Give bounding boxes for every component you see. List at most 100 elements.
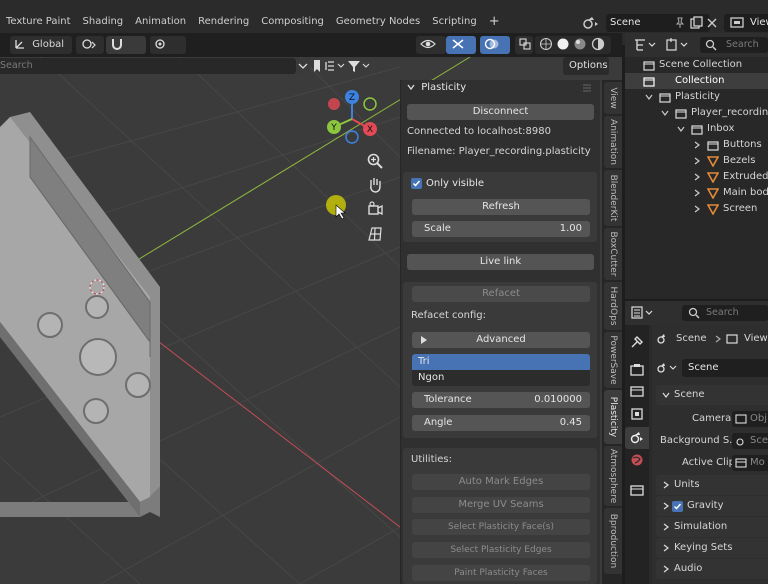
tool-tab-icon[interactable] [630, 335, 644, 349]
chevron-down-icon[interactable] [677, 125, 685, 133]
pan-hand-icon[interactable] [366, 176, 384, 194]
chevron-down-icon[interactable] [645, 93, 653, 101]
chevron-right-icon[interactable] [693, 173, 701, 181]
pin-icon[interactable] [674, 17, 686, 29]
outliner-row-screen[interactable]: Screen [625, 201, 768, 217]
mesh-type-tri[interactable]: Tri [412, 354, 590, 370]
render-tab-icon[interactable] [630, 363, 644, 377]
xray-toggle[interactable] [515, 36, 533, 54]
simulation-section-header[interactable]: Simulation [656, 517, 768, 537]
output-tab-icon[interactable] [630, 385, 644, 399]
live-link-button[interactable]: Live link [407, 254, 594, 270]
tab-shading[interactable]: Shading [77, 12, 130, 32]
tab-animation-side[interactable]: Animation [604, 116, 622, 168]
tab-compositing[interactable]: Compositing [255, 12, 330, 32]
select-edges-button[interactable]: Select Plasticity Edges [412, 542, 590, 558]
tab-view[interactable]: View [604, 82, 622, 114]
filter-toggles[interactable] [296, 58, 376, 74]
active-clip-field[interactable]: Mo [732, 455, 768, 471]
tab-bproduction[interactable]: Bproduction [604, 508, 622, 574]
tolerance-field[interactable]: Tolerance 0.010000 [412, 392, 590, 408]
outliner-row-plasticity[interactable]: Plasticity [625, 89, 768, 105]
outliner-row-extruded[interactable]: Extruded.0 [625, 169, 768, 185]
select-faces-button[interactable]: Select Plasticity Face(s) [412, 519, 590, 535]
tab-boxcutter[interactable]: BoxCutter [604, 228, 622, 280]
drag-handle-icon[interactable] [582, 84, 592, 92]
outliner-row-player-recording[interactable]: Player_recording.pl [625, 105, 768, 121]
viewport-search-input[interactable]: Search [0, 58, 296, 74]
solid-shading-icon[interactable] [556, 37, 570, 51]
tab-scripting[interactable]: Scripting [426, 12, 482, 32]
transform-orientation-dropdown[interactable]: Global [10, 36, 72, 66]
editor-type-icon[interactable] [631, 306, 657, 320]
scene-datablock[interactable]: Scene [656, 359, 768, 377]
chevron-down-icon[interactable] [661, 109, 669, 117]
tab-blenderkit[interactable]: BlenderKit [604, 170, 622, 226]
outliner-row-scene-collection[interactable]: Scene Collection [625, 57, 768, 73]
material-shading-icon[interactable] [573, 37, 587, 51]
background-field[interactable]: Sce [732, 433, 768, 449]
rendered-shading-icon[interactable] [591, 37, 605, 51]
display-mode-icon[interactable] [633, 38, 663, 52]
zoom-icon[interactable] [366, 152, 384, 170]
refacet-button[interactable]: Refacet [412, 286, 590, 302]
tab-geometry-nodes[interactable]: Geometry Nodes [330, 12, 426, 32]
scene-selector[interactable]: Scene [582, 14, 718, 32]
audio-section-header[interactable]: Audio [656, 559, 768, 579]
duplicate-scene-icon[interactable] [690, 16, 704, 30]
scene-section-header[interactable]: Scene [656, 385, 768, 405]
ortho-grid-icon[interactable] [366, 225, 384, 243]
camera-view-icon[interactable] [366, 200, 384, 218]
outliner-row-main-body[interactable]: Main body [625, 185, 768, 201]
shading-mode-selector[interactable] [535, 36, 611, 54]
tab-atmosphere[interactable]: Atmosphere [604, 446, 622, 506]
tab-animation[interactable]: Animation [129, 12, 192, 32]
delete-scene-icon[interactable] [706, 17, 718, 29]
auto-mark-edges-button[interactable]: Auto Mark Edges [412, 474, 590, 490]
outliner-row-bezels[interactable]: Bezels [625, 153, 768, 169]
add-workspace-button[interactable]: + [483, 12, 506, 32]
pivot-point-dropdown[interactable] [76, 36, 104, 54]
proportional-editing-toggle[interactable] [150, 36, 186, 68]
scene-name-input[interactable]: Scene [682, 359, 768, 377]
tab-texture-paint[interactable]: Texture Paint [0, 12, 77, 32]
outliner-row-inbox[interactable]: Inbox [625, 121, 768, 137]
angle-field[interactable]: Angle 0.45 [412, 415, 590, 431]
keying-sets-section-header[interactable]: Keying Sets [656, 538, 768, 558]
camera-field[interactable]: Obj [732, 411, 768, 427]
filter-icon[interactable] [665, 38, 693, 52]
options-dropdown[interactable]: Options [563, 57, 609, 87]
gizmo-toggle[interactable] [446, 36, 476, 54]
visibility-dropdown[interactable] [416, 36, 446, 54]
wireframe-shading-icon[interactable] [539, 37, 553, 51]
tab-powersave[interactable]: PowerSave [604, 332, 622, 388]
chevron-right-icon[interactable] [693, 157, 701, 165]
refresh-button[interactable]: Refresh [412, 199, 590, 215]
disconnect-button[interactable]: Disconnect [407, 104, 594, 120]
navigation-gizmo[interactable]: Z X Y [322, 89, 382, 149]
mesh-type-ngon[interactable]: Ngon [412, 370, 590, 386]
advanced-dropdown[interactable]: Advanced [412, 332, 590, 348]
chevron-right-icon[interactable] [693, 205, 701, 213]
world-tab-icon[interactable] [630, 453, 644, 467]
merge-uv-seams-button[interactable]: Merge UV Seams [412, 497, 590, 513]
checkbox-checked-icon[interactable] [672, 501, 683, 512]
view-layer-tab-icon[interactable] [630, 407, 644, 421]
outliner-row-buttons[interactable]: Buttons [625, 137, 768, 153]
gravity-section-header[interactable]: Gravity [656, 496, 768, 516]
tab-hardops[interactable]: HardOps [604, 282, 622, 330]
tab-plasticity[interactable]: Plasticity [604, 390, 622, 444]
scene-tab-active[interactable] [625, 427, 649, 449]
outliner-row-collection[interactable]: Collection [625, 73, 768, 89]
collection-tab-icon[interactable] [630, 483, 644, 497]
units-section-header[interactable]: Units [656, 475, 768, 495]
tab-rendering[interactable]: Rendering [192, 12, 255, 32]
plasticity-panel-header[interactable]: Plasticity [401, 80, 600, 96]
overlays-toggle[interactable] [480, 36, 510, 54]
paint-faces-button[interactable]: Paint Plasticity Faces [412, 565, 590, 581]
chevron-right-icon[interactable] [693, 189, 701, 197]
only-visible-checkbox[interactable]: Only visible [411, 178, 484, 189]
chevron-right-icon[interactable] [693, 141, 701, 149]
snapping-toggle[interactable] [106, 36, 146, 67]
scale-field[interactable]: Scale 1.00 [412, 221, 590, 237]
